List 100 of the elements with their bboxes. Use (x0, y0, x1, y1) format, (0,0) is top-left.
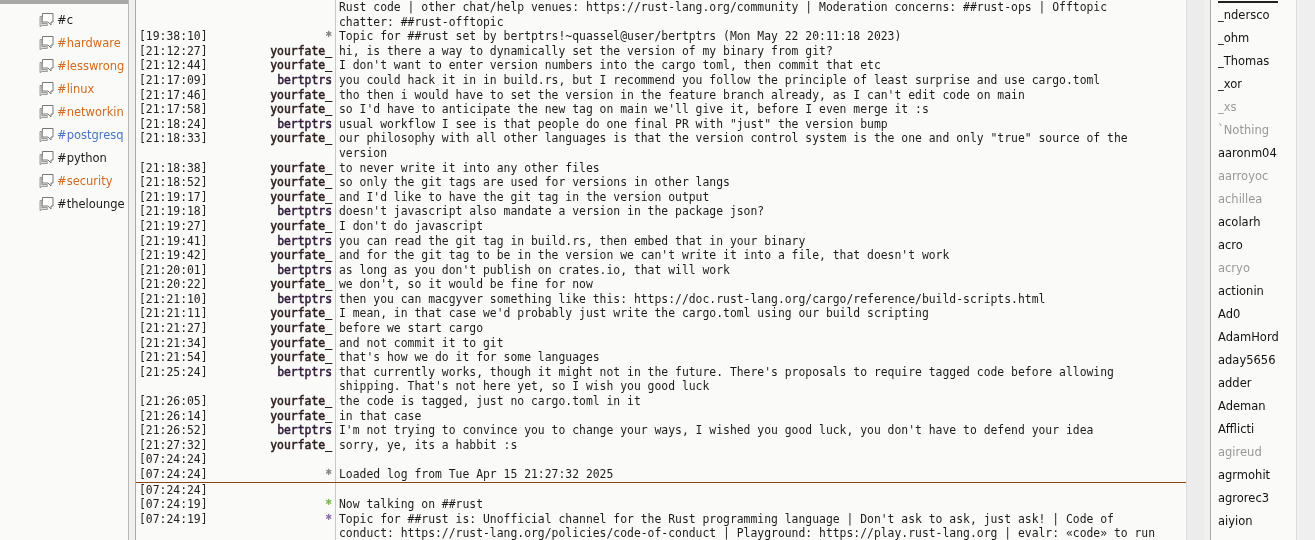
timestamp: [07:24:19] (139, 497, 208, 512)
nickname: bertptrs (277, 262, 332, 277)
message-text: I don't do javascript (339, 218, 483, 233)
channel-item[interactable]: #python (0, 146, 128, 169)
nickname: yourfate_ (270, 58, 332, 73)
chat-bubble-icon (38, 35, 55, 50)
timestamp: [21:18:52] (139, 175, 208, 190)
message-text: as long as you don't publish on crates.io, that will work (339, 262, 730, 277)
timestamp: [07:24:24] (139, 482, 208, 497)
user-list-item[interactable]: _Thomas (1218, 50, 1296, 73)
timestamp: [21:27:32] (139, 437, 208, 452)
nickname: bertptrs (277, 291, 332, 306)
scrollbar[interactable] (1186, 0, 1204, 540)
channel-item[interactable]: #thelounge (0, 192, 128, 215)
user-list-item[interactable]: Afflicti (1218, 418, 1296, 441)
timestamp: [21:19:17] (139, 189, 208, 204)
timestamp: [21:17:58] (139, 102, 208, 117)
chat-bubble-icon (38, 196, 55, 211)
nickname: bertptrs (277, 423, 332, 438)
message-text: tho then i would have to set the version in the feature branch already, as I can't edit code on main (339, 87, 1025, 102)
message-text: usual workflow I see is that people do one final PR with "just" the version bump (339, 116, 888, 131)
timestamp: [21:17:46] (139, 87, 208, 102)
message-text: you can read the git tag in build.rs, then embed that in your binary (339, 233, 806, 248)
user-list-item[interactable]: Ad0 (1218, 303, 1296, 326)
message-text: doesn't javascript also mandate a version in the package json? (339, 204, 765, 219)
timestamp: [07:24:19] (139, 511, 208, 526)
timestamp: [21:26:52] (139, 423, 208, 438)
timestamp: [21:20:22] (139, 277, 208, 292)
message-text: Topic for ##rust set by bertptrs!~quassel@user/bertptrs (Mon May 22 20:11:18 2023) (339, 29, 902, 44)
nickname: * (325, 511, 332, 526)
timestamp: [21:19:42] (139, 248, 208, 263)
timestamp: [21:21:11] (139, 306, 208, 321)
timestamp: [21:17:09] (139, 72, 208, 87)
nickname: yourfate_ (270, 394, 332, 409)
nickname: bertptrs (277, 364, 332, 379)
message-text: and for the git tag to be in the version we can't write it into a file, that doesn't work (339, 248, 950, 263)
nickname: yourfate_ (270, 408, 332, 423)
channel-item[interactable]: #lesswrong (0, 54, 128, 77)
scrollbar-thumb[interactable] (0, 0, 128, 4)
channel-item[interactable]: #networkin (0, 100, 128, 123)
nickname: yourfate_ (270, 335, 332, 350)
nickname: yourfate_ (270, 350, 332, 365)
user-list-item[interactable]: Ademan (1218, 395, 1296, 418)
timestamp: [21:18:24] (139, 116, 208, 131)
nickname: yourfate_ (270, 248, 332, 263)
message-text: Rust code | other chat/help venues: https://rust-lang.org/community | Moderation concerns: ##rust-ops | Offtopic chatter: ##rust-offtopic (339, 0, 1108, 29)
user-list-item[interactable]: acro (1218, 234, 1296, 257)
timestamp: [21:20:01] (139, 262, 208, 277)
timestamp: [21:21:10] (139, 291, 208, 306)
nickname: yourfate_ (270, 175, 332, 190)
message-text: the code is tagged, just no cargo.toml in it (339, 394, 641, 409)
user-list-item[interactable]: _ohm (1218, 27, 1296, 50)
nickname: yourfate_ (270, 437, 332, 452)
nickname: yourfate_ (270, 306, 332, 321)
user-list-item[interactable]: agrorec3 (1218, 487, 1296, 510)
user-list-item[interactable]: agrmohit (1218, 464, 1296, 487)
nickname: bertptrs (277, 72, 332, 87)
timestamp: [21:21:54] (139, 350, 208, 365)
message-text: and I'd like to have the git tag in the version output (339, 189, 710, 204)
message-text: that's how we do it for some languages (339, 350, 600, 365)
timestamp: [21:19:41] (139, 233, 208, 248)
timestamp: [21:21:34] (139, 335, 208, 350)
channel-item[interactable]: #security (0, 169, 128, 192)
chat-bubble-icon (38, 81, 55, 96)
message-text: I mean, in that case we'd probably just write the cargo.toml using our build scripting (339, 306, 929, 321)
message-text: in that case (339, 408, 422, 423)
message-text: sorry, ye, its a habbit :s (339, 437, 518, 452)
chat-bubble-icon (38, 127, 55, 142)
timestamp: [07:24:24] (139, 467, 208, 481)
user-list-item[interactable]: _xor (1218, 73, 1296, 96)
user-list-item[interactable]: adder (1218, 372, 1296, 395)
message-text: Now talking on ##rust (339, 497, 483, 512)
channel-item[interactable]: #postgresq (0, 123, 128, 146)
user-list-item[interactable]: _ndersco (1218, 4, 1296, 27)
message-text: and not commit it to git (339, 335, 504, 350)
channel-item[interactable]: #hardware (0, 31, 128, 54)
user-list-item[interactable]: actionin (1218, 280, 1296, 303)
user-list-item[interactable]: AdamHord (1218, 326, 1296, 349)
channel-item[interactable]: #linux (0, 77, 128, 100)
message-text: so I'd have to anticipate the new tag on main we'll give it, before I even merge it :s (339, 102, 929, 117)
chat-bubble-icon (38, 150, 55, 165)
user-list-item[interactable]: acolarh (1218, 211, 1296, 234)
nickname: yourfate_ (270, 321, 332, 336)
user-list-item[interactable]: aaronm04 (1218, 142, 1296, 165)
chat-bubble-icon (38, 58, 55, 73)
nickname: yourfate_ (270, 102, 332, 117)
user-list-item[interactable]: aiyion (1218, 510, 1296, 533)
nickname: * (325, 497, 332, 512)
chat-bubble-icon (38, 173, 55, 188)
nickname: yourfate_ (270, 277, 332, 292)
channel-item[interactable]: #c (0, 8, 128, 31)
timestamp: [21:25:24] (139, 364, 208, 379)
timestamp: [21:19:18] (139, 204, 208, 219)
timestamp: [21:12:27] (139, 43, 208, 58)
timestamp: [21:19:27] (139, 218, 208, 233)
user-list-item[interactable]: aday5656 (1218, 349, 1296, 372)
nickname: yourfate_ (270, 189, 332, 204)
chat-bubble-icon (38, 12, 55, 27)
timestamp: [07:24:24] (139, 452, 208, 467)
nickname: * (325, 29, 332, 44)
